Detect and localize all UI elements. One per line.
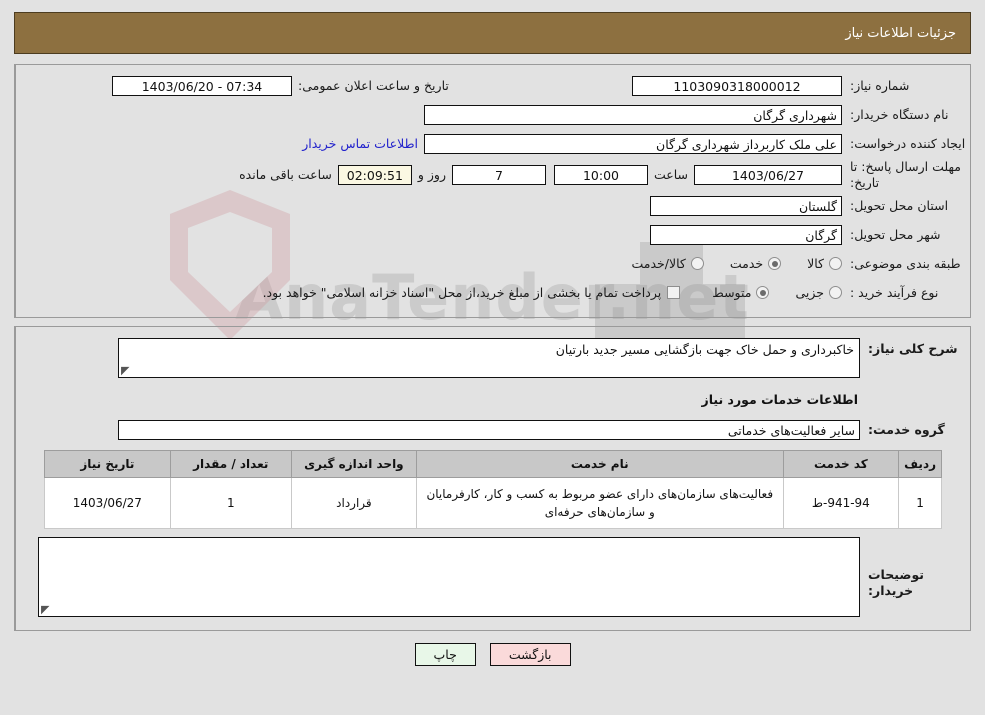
table-header-row: ردیف کد خدمت نام خدمت واحد اندازه گیری ت… [44,450,942,479]
category-label: طبقه بندی موضوعی: [850,255,961,271]
need-number-label: شماره نیاز: [850,77,910,93]
th-need-date: تاریخ نیاز [44,450,171,479]
buyer-contact-link[interactable]: اطلاعات تماس خریدار [296,136,424,151]
countdown-timer-field: 02:09:51 [337,164,412,185]
process-label: نوع فرآیند خرید : [850,284,939,300]
category-radio-group: کالا خدمت کالا/خدمت [605,256,842,271]
remaining-hours-label: ساعت باقی مانده [239,167,332,183]
th-quantity: تعداد / مقدار [169,450,292,479]
need-details-panel: شرح کلی نیاز: خاکبرداری و حمل خاک جهت با… [14,326,971,632]
row-need-number: شماره نیاز: 1103090318000012 تاریخ و ساع… [16,71,970,100]
public-announce-label: تاریخ و ساعت اعلان عمومی: [298,78,449,93]
th-code: کد خدمت [782,450,900,479]
category-option-label: خدمت [729,256,764,272]
treasury-bond-text: پرداخت تمام یا بخشی از مبلغ خرید،از محل … [262,285,662,301]
buyer-org-label: نام دستگاه خریدار: [850,106,949,122]
resize-grip-icon[interactable]: ◥ [41,603,51,616]
deadline-time-field[interactable]: 10:00 [553,164,648,185]
page-root: جزئیات اطلاعات نیاز شماره نیاز: 11030903… [0,12,985,667]
th-row: ردیف [898,450,942,479]
city-field[interactable]: گرگان [650,224,842,245]
cell-name: فعالیت‌های سازمان‌های دارای عضو مربوط به… [415,477,784,530]
row-deadline: مهلت ارسال پاسخ: تا تاریخ: 1403/06/27 سا… [16,158,970,191]
hour-label: ساعت [653,167,688,183]
creator-field[interactable]: علی ملک کاربرداز شهرداری گرگان [424,133,842,154]
province-label: استان محل تحویل: [850,197,949,213]
process-option-jozei[interactable]: جزیی [795,285,842,300]
province-field[interactable]: گلستان [650,195,842,216]
page-header: جزئیات اطلاعات نیاز [14,12,971,54]
category-option-label: کالا [807,256,824,272]
public-announce-field[interactable]: 07:34 - 1403/06/20 [112,75,292,96]
row-purchase-process: نوع فرآیند خرید : جزیی متوسط پرداخت تمام… [16,278,970,307]
row-buyer-org: نام دستگاه خریدار: شهرداری گرگان [16,100,970,129]
cell-code: 941-94-ط [782,477,900,530]
buyer-notes-textarea[interactable]: ◥ [38,537,860,618]
row-province: استان محل تحویل: گلستان [16,191,970,220]
row-buyer-notes: توضیحات خریدار: ◥ [16,533,970,618]
row-creator: ایجاد کننده درخواست: علی ملک کاربرداز شه… [16,129,970,158]
buyer-notes-label: توضیحات خریدار: [868,567,924,598]
resize-grip-icon[interactable]: ◥ [121,364,131,377]
need-info-panel: شماره نیاز: 1103090318000012 تاریخ و ساع… [14,64,971,319]
category-option-kala[interactable]: کالا [807,256,842,271]
th-unit: واحد اندازه گیری [290,450,417,479]
cell-quantity: 1 [169,477,292,530]
radio-icon[interactable] [829,257,842,271]
radio-icon[interactable] [690,257,704,271]
services-heading-wrap: اطلاعات خدمات مورد نیاز [16,379,970,408]
row-category: طبقه بندی موضوعی: کالا خدمت کالا/خدمت [16,249,970,278]
category-option-khedmat[interactable]: خدمت [729,256,782,272]
treasury-bond-checkbox-wrap[interactable]: پرداخت تمام یا بخشی از مبلغ خرید،از محل … [263,285,681,300]
buyer-org-field[interactable]: شهرداری گرگان [424,104,842,125]
category-option-kala-khedmat[interactable]: کالا/خدمت [631,256,704,272]
row-service-group: گروه خدمت: سایر فعالیت‌های خدماتی [16,408,970,444]
days-label: روز و [417,167,446,183]
cell-need-date: 1403/06/27 [44,477,171,530]
creator-label: ایجاد کننده درخواست: [850,135,966,151]
checkbox-icon[interactable] [667,286,681,300]
process-option-motevaset[interactable]: متوسط [712,285,770,301]
city-label: شهر محل تحویل: [850,226,941,242]
table-row: 1 941-94-ط فعالیت‌های سازمان‌های دارای ع… [44,477,942,530]
need-desc-textarea[interactable]: خاکبرداری و حمل خاک جهت بازگشایی مسیر جد… [118,338,860,379]
need-number-field[interactable]: 1103090318000012 [632,75,842,96]
row-city: شهر محل تحویل: گرگان [16,220,970,249]
row-need-description: شرح کلی نیاز: خاکبرداری و حمل خاک جهت با… [16,337,970,379]
deadline-label: مهلت ارسال پاسخ: تا تاریخ: [850,159,961,190]
need-desc-value: خاکبرداری و حمل خاک جهت بازگشایی مسیر جد… [555,342,854,358]
need-desc-label: شرح کلی نیاز: [868,341,958,357]
deadline-date-field[interactable]: 1403/06/27 [694,164,842,185]
process-option-label: جزیی [795,285,824,301]
page-title: جزئیات اطلاعات نیاز [845,25,956,41]
cell-unit: قرارداد [290,477,417,530]
process-option-label: متوسط [712,285,752,301]
service-group-field[interactable]: سایر فعالیت‌های خدماتی [118,419,860,440]
services-table: ردیف کد خدمت نام خدمت واحد اندازه گیری ت… [44,450,942,530]
services-section-heading: اطلاعات خدمات مورد نیاز [701,392,859,408]
service-group-label: گروه خدمت: [868,421,945,437]
category-option-label: کالا/خدمت [631,256,686,272]
cell-row: 1 [898,477,942,530]
print-button[interactable]: چاپ [414,643,476,667]
radio-icon[interactable] [756,286,770,300]
process-radio-group: جزیی متوسط [686,285,842,300]
footer-actions: بازگشت چاپ [0,643,985,667]
services-table-wrap: ردیف کد خدمت نام خدمت واحد اندازه گیری ت… [16,444,970,533]
radio-icon[interactable] [768,257,782,271]
th-name: نام خدمت [415,450,784,479]
back-button[interactable]: بازگشت [489,643,571,667]
remaining-days-field: 7 [451,164,546,185]
radio-icon[interactable] [829,286,842,300]
